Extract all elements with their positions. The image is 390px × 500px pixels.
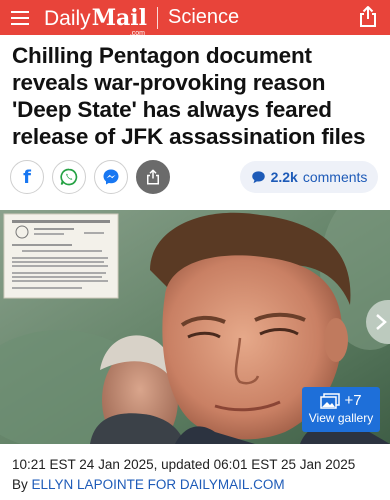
article-byline: By ELLYN LAPOINTE FOR DAILYMAIL.COM	[12, 477, 285, 492]
logo-mail-text: Mail .com	[91, 4, 148, 37]
comments-label: comments	[302, 169, 368, 185]
header-divider	[157, 6, 159, 29]
share-icon	[147, 169, 159, 185]
facebook-share-button[interactable]: f	[10, 160, 44, 194]
share-icon[interactable]	[356, 5, 380, 29]
social-share-row: f	[10, 160, 170, 194]
logo-daily-text: Daily	[44, 6, 91, 30]
article-timestamp: 10:21 EST 24 Jan 2025, updated 06:01 EST…	[12, 457, 356, 472]
hamburger-menu-icon[interactable]	[0, 0, 40, 35]
logo-com-text: .com	[129, 29, 146, 37]
byline-prefix: By	[12, 477, 28, 492]
gallery-icon	[320, 392, 341, 409]
chevron-right-icon	[376, 314, 387, 330]
messenger-share-button[interactable]	[94, 160, 128, 194]
facebook-icon: f	[23, 166, 31, 188]
comments-button[interactable]: 2.2k comments	[240, 161, 378, 193]
view-gallery-button[interactable]: +7 View gallery	[302, 387, 380, 432]
whatsapp-share-button[interactable]	[52, 160, 86, 194]
gallery-label: View gallery	[308, 411, 374, 425]
article-headline: Chilling Pentagon document reveals war-p…	[12, 43, 366, 149]
comments-count: 2.2k	[270, 169, 298, 185]
comment-bubble-icon	[251, 171, 265, 184]
gallery-count: +7	[344, 392, 362, 409]
document-thumbnail	[3, 213, 119, 299]
author-link[interactable]: ELLYN LAPOINTE FOR DAILYMAIL.COM	[32, 477, 285, 492]
top-bar: Daily Mail .com Science	[0, 0, 390, 37]
share-button[interactable]	[136, 160, 170, 194]
hero-image[interactable]: +7 View gallery	[0, 210, 390, 444]
daily-mail-logo[interactable]: Daily Mail .com	[44, 4, 148, 37]
section-label[interactable]: Science	[168, 6, 239, 29]
whatsapp-icon	[60, 168, 78, 186]
messenger-icon	[103, 169, 119, 185]
